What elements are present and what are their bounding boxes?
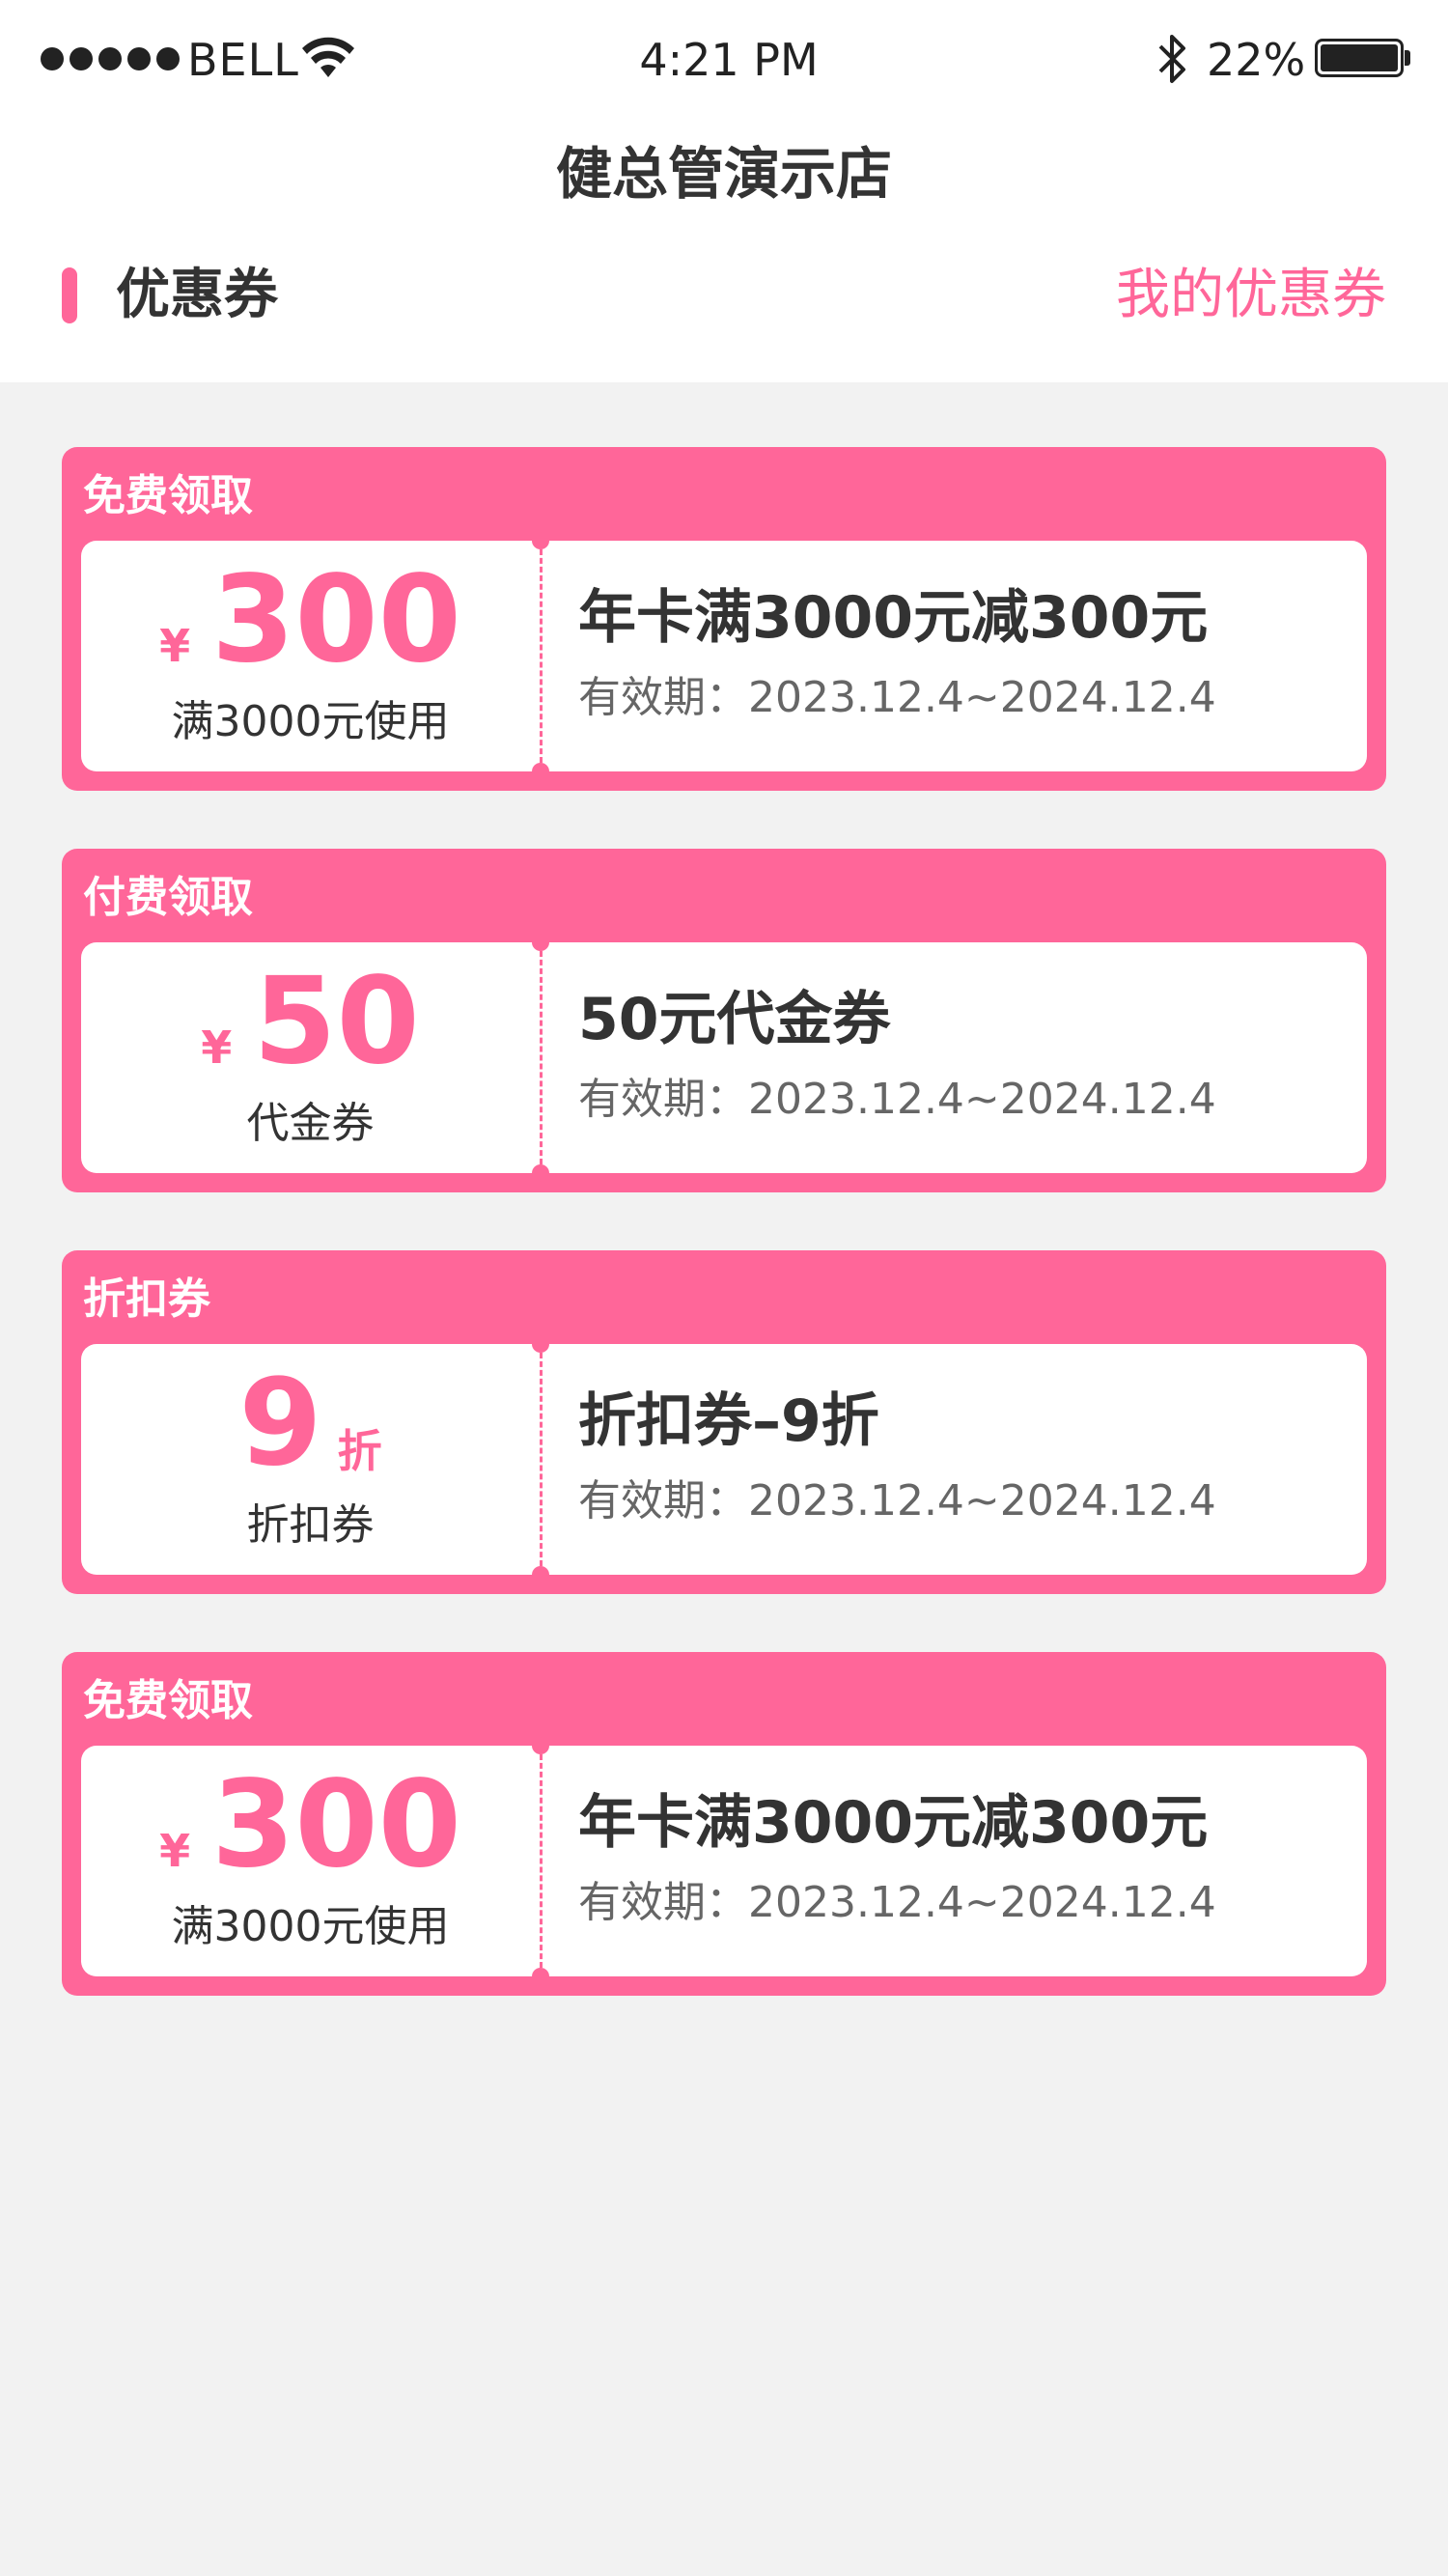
coupon-amount: 300 <box>211 1755 461 1894</box>
coupon-card[interactable]: 免费领取 ¥ 300 满3000元使用 年卡满3000元减300元 有效期：20… <box>62 447 1386 791</box>
section-accent-bar <box>62 267 77 323</box>
coupon-title: 年卡满3000元减300元 <box>578 584 1209 652</box>
wifi-icon <box>302 37 354 77</box>
coupon-title: 折扣券–9折 <box>578 1387 879 1455</box>
divider-notch <box>532 1164 549 1182</box>
divider-notch <box>532 934 549 951</box>
coupon-info-section: 年卡满3000元减300元 有效期：2023.12.4~2024.12.4 <box>578 1746 1351 1976</box>
coupon-amount: 300 <box>211 550 461 689</box>
divider-notch <box>532 1737 549 1754</box>
dashed-divider <box>540 541 543 771</box>
divider-notch <box>532 1566 549 1583</box>
coupon-tag: 免费领取 <box>83 471 253 520</box>
coupon-tag: 免费领取 <box>83 1676 253 1725</box>
divider-notch <box>532 532 549 549</box>
currency-symbol: ¥ <box>159 620 191 672</box>
coupon-condition: 满3000元使用 <box>171 1902 450 1951</box>
dashed-divider <box>540 1746 543 1976</box>
signal-dot <box>127 47 151 70</box>
currency-symbol: ¥ <box>159 1825 191 1877</box>
coupon-validity: 有效期：2023.12.4~2024.12.4 <box>578 673 1216 722</box>
coupon-info-section: 50元代金券 有效期：2023.12.4~2024.12.4 <box>578 942 1351 1173</box>
battery-fill <box>1321 44 1398 71</box>
coupon-validity: 有效期：2023.12.4~2024.12.4 <box>578 1878 1216 1927</box>
coupon-value-section: ¥ 300 满3000元使用 <box>81 1746 540 1976</box>
coupon-card[interactable]: 折扣券 9 折 折扣券 折扣券–9折 有效期：2023.12.4~2024.12… <box>62 1250 1386 1594</box>
amount-row: ¥ 50 <box>81 960 540 1083</box>
coupon-condition: 满3000元使用 <box>171 697 450 746</box>
coupon-body: ¥ 50 代金券 50元代金券 有效期：2023.12.4~2024.12.4 <box>81 934 1367 1182</box>
coupon-body: ¥ 300 满3000元使用 年卡满3000元减300元 有效期：2023.12… <box>81 1737 1367 1985</box>
signal-dot <box>41 47 64 70</box>
header-area: BELL 4:21 PM 22% 健总管演示店 优惠券 我的优惠券 <box>0 0 1448 382</box>
currency-symbol: ¥ <box>201 1022 233 1074</box>
coupon-list: 免费领取 ¥ 300 满3000元使用 年卡满3000元减300元 有效期：20… <box>62 447 1386 2054</box>
divider-notch <box>532 1968 549 1985</box>
divider-notch <box>532 763 549 780</box>
amount-row: ¥ 300 <box>81 1763 540 1887</box>
coupon-amount: 50 <box>253 952 420 1091</box>
my-coupons-link[interactable]: 我的优惠券 <box>1116 259 1386 332</box>
coupon-body: ¥ 300 满3000元使用 年卡满3000元减300元 有效期：2023.12… <box>81 532 1367 780</box>
page-title: 健总管演示店 <box>555 141 892 207</box>
coupon-amount: 9 <box>238 1354 322 1493</box>
bluetooth-icon <box>1158 35 1185 83</box>
battery-percentage: 22% <box>1207 34 1306 86</box>
coupon-body: 9 折 折扣券 折扣券–9折 有效期：2023.12.4~2024.12.4 <box>81 1335 1367 1583</box>
coupon-validity: 有效期：2023.12.4~2024.12.4 <box>578 1075 1216 1124</box>
signal-dot <box>70 47 93 70</box>
amount-row: ¥ 300 <box>81 558 540 682</box>
coupon-tag: 折扣券 <box>83 1274 210 1324</box>
coupon-title: 年卡满3000元减300元 <box>578 1789 1209 1857</box>
battery-icon <box>1315 39 1404 77</box>
coupon-tag: 付费领取 <box>83 873 253 922</box>
battery-tip <box>1405 50 1410 66</box>
dashed-divider <box>540 942 543 1173</box>
coupon-validity: 有效期：2023.12.4~2024.12.4 <box>578 1476 1216 1526</box>
amount-row: 9 折 <box>81 1361 540 1485</box>
coupon-condition: 折扣券 <box>246 1500 375 1550</box>
coupon-card[interactable]: 免费领取 ¥ 300 满3000元使用 年卡满3000元减300元 有效期：20… <box>62 1652 1386 1996</box>
divider-notch <box>532 1335 549 1353</box>
coupon-info-section: 折扣券–9折 有效期：2023.12.4~2024.12.4 <box>578 1344 1351 1575</box>
signal-strength-icon <box>41 47 180 70</box>
discount-unit: 折 <box>337 1425 382 1477</box>
status-bar: BELL 4:21 PM 22% <box>0 0 1448 116</box>
status-time: 4:21 PM <box>639 34 819 86</box>
coupon-title: 50元代金券 <box>578 986 891 1053</box>
signal-dot <box>156 47 180 70</box>
coupon-card[interactable]: 付费领取 ¥ 50 代金券 50元代金券 有效期：2023.12.4~2024.… <box>62 849 1386 1192</box>
section-title: 优惠券 <box>116 264 278 326</box>
coupon-condition: 代金券 <box>246 1099 375 1148</box>
coupon-value-section: 9 折 折扣券 <box>81 1344 540 1575</box>
coupon-value-section: ¥ 300 满3000元使用 <box>81 541 540 771</box>
carrier-name: BELL <box>187 34 299 86</box>
coupon-info-section: 年卡满3000元减300元 有效期：2023.12.4~2024.12.4 <box>578 541 1351 771</box>
signal-dot <box>98 47 122 70</box>
dashed-divider <box>540 1344 543 1575</box>
coupon-value-section: ¥ 50 代金券 <box>81 942 540 1173</box>
